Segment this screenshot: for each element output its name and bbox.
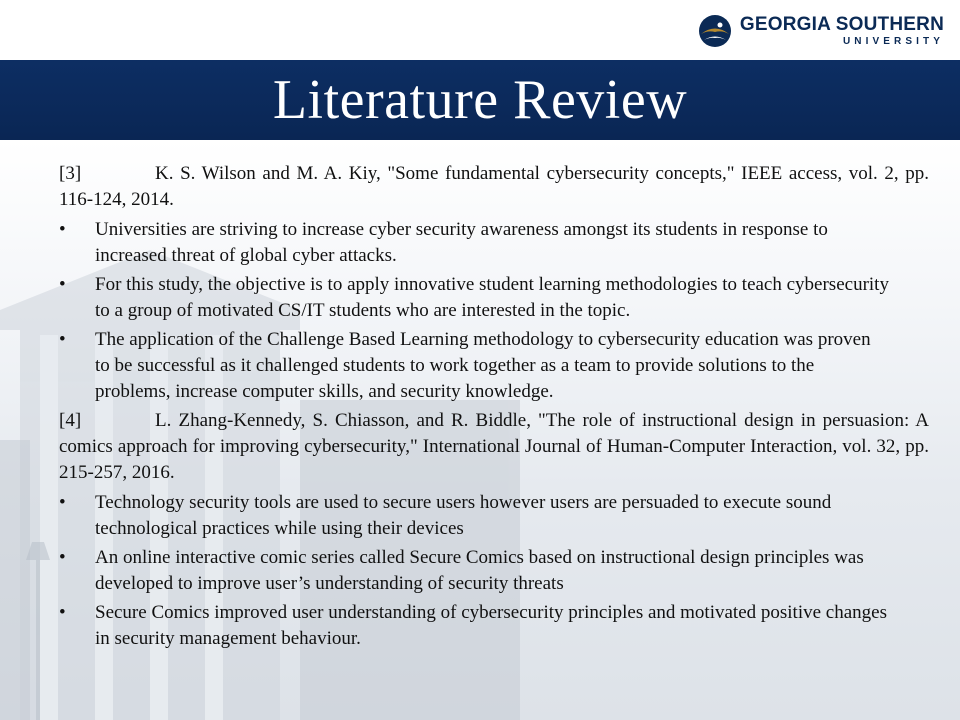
reference-number: [3] bbox=[59, 163, 82, 184]
eagle-icon bbox=[698, 15, 731, 47]
bullet-icon: • bbox=[59, 492, 66, 513]
reference-3: [3] K. S. Wilson and M. A. Kiy, "Some fun… bbox=[59, 161, 929, 213]
list-item: • An online interactive comic series call… bbox=[59, 545, 929, 597]
list-item: • Secure Comics improved user understandi… bbox=[59, 600, 929, 652]
bullet-icon: • bbox=[59, 329, 66, 350]
reference-3-bullets: • Universities are striving to increase c… bbox=[59, 217, 929, 405]
university-logo: GEORGIA SOUTHERN UNIVERSITY bbox=[698, 14, 944, 48]
bullet-icon: • bbox=[59, 547, 66, 568]
reference-citation: K. S. Wilson and M. A. Kiy, "Some fundam… bbox=[59, 163, 929, 210]
title-banner: Literature Review bbox=[0, 60, 960, 140]
list-item: • Technology security tools are used to s… bbox=[59, 490, 929, 542]
list-item: • Universities are striving to increase c… bbox=[59, 217, 929, 269]
bullet-text: Technology security tools are used to se… bbox=[95, 492, 832, 539]
bullet-text: Universities are striving to increase cy… bbox=[95, 219, 828, 266]
reference-citation: L. Zhang-Kennedy, S. Chiasson, and R. Bi… bbox=[59, 410, 929, 483]
slide-title: Literature Review bbox=[272, 69, 688, 131]
bullet-icon: • bbox=[59, 602, 66, 623]
bullet-text: The application of the Challenge Based L… bbox=[95, 329, 871, 402]
list-item: • For this study, the objective is to app… bbox=[59, 272, 929, 324]
reference-number: [4] bbox=[59, 410, 82, 431]
bullet-icon: • bbox=[59, 274, 66, 295]
top-bar: GEORGIA SOUTHERN UNIVERSITY bbox=[0, 0, 960, 60]
bullet-text: For this study, the objective is to appl… bbox=[95, 274, 889, 321]
logo-subname: UNIVERSITY bbox=[842, 36, 944, 47]
reference-4-bullets: • Technology security tools are used to s… bbox=[59, 490, 929, 652]
bullet-text: An online interactive comic series calle… bbox=[95, 547, 864, 594]
list-item: • The application of the Challenge Based … bbox=[59, 327, 929, 405]
reference-4: [4] L. Zhang-Kennedy, S. Chiasson, and R.… bbox=[59, 408, 929, 486]
slide-body: [3] K. S. Wilson and M. A. Kiy, "Some fun… bbox=[59, 161, 929, 655]
logo-name: GEORGIA SOUTHERN bbox=[739, 14, 944, 35]
bullet-icon: • bbox=[59, 219, 66, 240]
bullet-text: Secure Comics improved user understandin… bbox=[95, 602, 887, 649]
